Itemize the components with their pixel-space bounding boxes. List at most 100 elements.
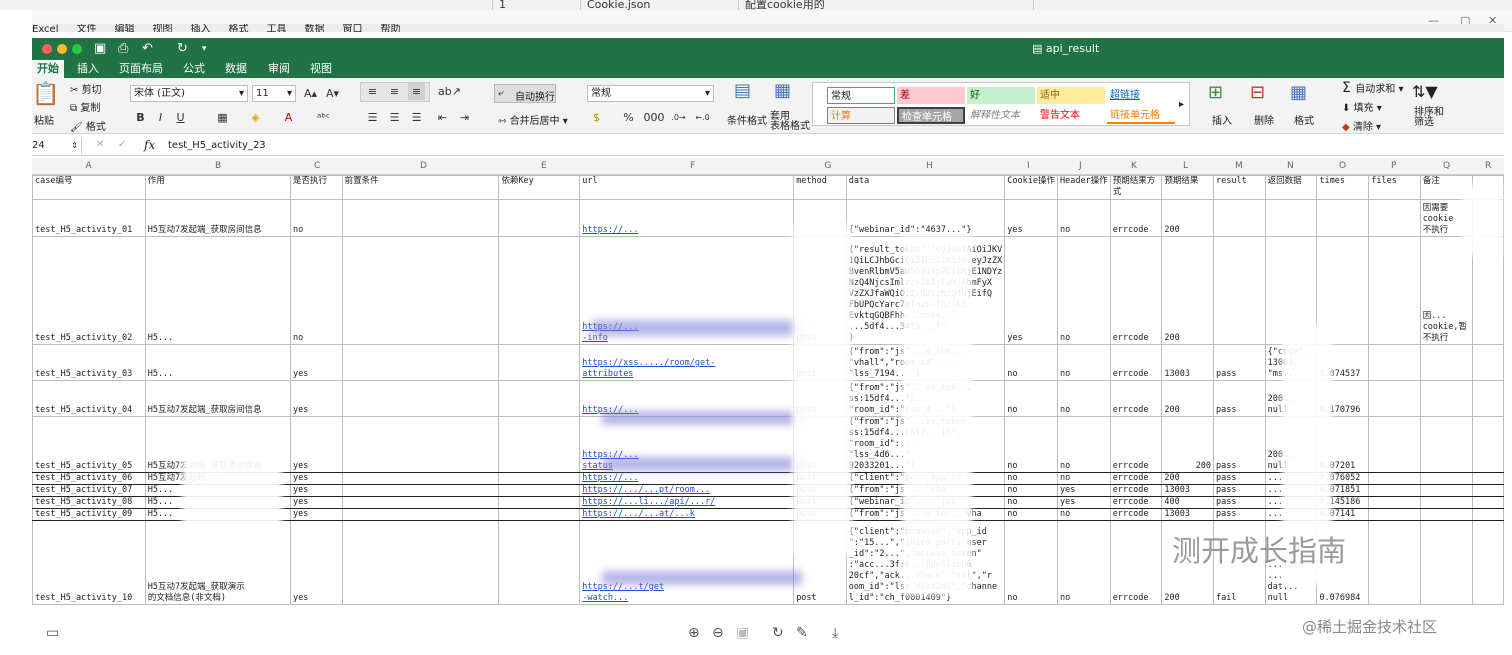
table-cell[interactable]	[1213, 236, 1266, 345]
table-cell[interactable]: result	[1213, 175, 1266, 200]
table-cell[interactable]	[1368, 484, 1421, 497]
thousands-button[interactable]: 000	[642, 109, 666, 126]
edit-icon[interactable]: ✎	[796, 625, 808, 641]
sidebar-icon[interactable]: ▣	[94, 41, 106, 56]
table-cell[interactable]: no	[1056, 520, 1111, 605]
percent-button[interactable]: %	[620, 109, 637, 126]
table-cell[interactable]	[341, 520, 500, 605]
table-cell[interactable]: yes	[289, 416, 343, 473]
conditional-format-button[interactable]: 条件格式	[727, 112, 767, 127]
table-cell[interactable]	[498, 484, 581, 497]
table-cell[interactable]: https://xss...../room/get- attributes	[579, 344, 795, 381]
table-cell[interactable]: 作用	[144, 175, 291, 200]
delete-cells-icon[interactable]: ⊟	[1250, 82, 1265, 103]
table-cell[interactable]	[1471, 472, 1504, 485]
menu-item[interactable]: 视图	[153, 24, 173, 32]
table-cell[interactable]: no	[1004, 520, 1058, 605]
table-cell[interactable]	[1471, 520, 1504, 605]
table-cell[interactable]: errcode	[1109, 380, 1163, 417]
table-cell[interactable]: https://...	[579, 472, 795, 485]
table-cell[interactable]: no	[1004, 472, 1058, 485]
column-header[interactable]: I	[1027, 161, 1030, 171]
wrap-text-button[interactable]: ⤶ 自动换行	[494, 84, 556, 103]
table-cell[interactable]	[1368, 416, 1421, 473]
menu-item[interactable]: 格式	[229, 24, 249, 32]
table-cell[interactable]: 200	[1161, 416, 1215, 473]
table-cell[interactable]: https://...t/get -watch...	[579, 520, 795, 605]
table-cell[interactable]: no	[1004, 484, 1058, 497]
table-cell[interactable]: 200	[1161, 236, 1215, 345]
table-cell[interactable]	[1419, 344, 1473, 381]
table-cell[interactable]: yes	[289, 344, 343, 381]
format-painter-button[interactable]: 🖌 格式	[70, 118, 106, 133]
table-cell[interactable]: 依赖Key	[498, 175, 581, 200]
align-right-icon[interactable]: ☰	[408, 109, 425, 126]
font-size-select[interactable]: 11 ▾	[252, 85, 296, 102]
increase-indent-icon[interactable]: ⇥	[456, 109, 473, 126]
table-cell[interactable]	[341, 199, 500, 237]
style-check[interactable]: 检查单元格	[897, 107, 965, 124]
menu-item[interactable]: 数据	[305, 24, 325, 32]
table-cell[interactable]: test_H5_activity_04	[32, 380, 146, 417]
style-good[interactable]: 好	[967, 87, 1035, 104]
table-cell[interactable]: H5互动7发起端_获取房间信息	[144, 199, 291, 237]
table-cell[interactable]: 200	[1161, 199, 1215, 237]
table-cell[interactable]	[1471, 508, 1504, 521]
table-cell[interactable]	[1419, 520, 1473, 605]
table-cell[interactable]: test_H5_activity_03	[32, 344, 146, 381]
style-calc[interactable]: 计算	[827, 107, 895, 124]
table-cell[interactable]: test_H5_activity_09	[32, 508, 146, 521]
insert-cells-button[interactable]: 插入	[1212, 112, 1232, 127]
name-box[interactable]: 24 ⇕	[32, 138, 82, 154]
table-cell[interactable]: 预期结果方式	[1109, 175, 1163, 200]
formula-input[interactable]: test_H5_activity_23	[168, 140, 266, 151]
table-cell[interactable]	[341, 344, 500, 381]
table-cell[interactable]	[498, 344, 581, 381]
table-cell[interactable]: 200	[1161, 472, 1215, 485]
table-cell[interactable]	[1471, 380, 1504, 417]
table-cell[interactable]: Header操作	[1056, 175, 1111, 200]
table-cell[interactable]: errcode	[1109, 496, 1163, 509]
table-cell[interactable]: pass	[1213, 484, 1266, 497]
insert-cells-icon[interactable]: ⊞	[1208, 82, 1223, 103]
delete-cells-button[interactable]: 删除	[1254, 112, 1274, 127]
align-top-icon[interactable]: ≡	[364, 83, 381, 100]
close-window-button[interactable]	[42, 44, 52, 54]
column-header[interactable]: F	[690, 161, 695, 171]
phonetic-icon[interactable]: ᵃᵇᶜ	[315, 109, 332, 126]
sort-filter-button[interactable]: 排序和 筛选	[1414, 108, 1444, 128]
align-center-icon[interactable]: ☰	[386, 109, 403, 126]
borders-icon[interactable]: ▦	[214, 109, 231, 126]
autosum-button[interactable]: Σ 自动求和 ▾	[1342, 80, 1404, 96]
customize-toolbar-icon[interactable]: ▾	[202, 44, 207, 54]
table-cell[interactable]	[1213, 199, 1266, 237]
table-cell[interactable]: no	[1056, 508, 1111, 521]
table-cell[interactable]: 返回数据	[1264, 175, 1318, 200]
table-cell[interactable]: errcode	[1109, 520, 1163, 605]
clear-button[interactable]: ◆ 清除 ▾	[1342, 118, 1381, 133]
table-cell[interactable]: 是否执行	[289, 175, 343, 200]
table-cell[interactable]: no	[289, 236, 343, 345]
style-explain[interactable]: 解释性文本	[967, 107, 1035, 124]
table-cell[interactable]: no	[1056, 472, 1111, 485]
table-cell[interactable]	[1368, 496, 1421, 509]
table-cell[interactable]	[341, 380, 500, 417]
column-header[interactable]: B	[215, 161, 221, 171]
table-cell[interactable]: H5互动7发起端_获取房间信息	[144, 380, 291, 417]
cut-button[interactable]: ✂ 剪切	[70, 81, 102, 96]
table-cell[interactable]: 前置条件	[341, 175, 500, 200]
table-cell[interactable]	[1368, 236, 1421, 345]
sort-filter-icon[interactable]: ⇅▼	[1412, 82, 1438, 101]
table-cell[interactable]: https://...li.../api/...r/	[579, 496, 795, 509]
style-warn[interactable]: 警告文本	[1037, 107, 1105, 124]
table-cell[interactable]: no	[1056, 380, 1111, 417]
table-cell[interactable]: errcode	[1109, 199, 1163, 237]
style-linked[interactable]: 链接单元格	[1107, 107, 1175, 124]
font-name-select[interactable]: 宋体 (正文) ▾	[130, 85, 248, 102]
tab-data[interactable]: 数据	[220, 60, 252, 78]
menu-item[interactable]: Excel	[32, 24, 59, 32]
table-cell[interactable]	[1419, 508, 1473, 521]
menu-item[interactable]: 工具	[267, 24, 287, 32]
menu-item[interactable]: 编辑	[115, 24, 135, 32]
table-cell[interactable]: files	[1368, 175, 1421, 200]
